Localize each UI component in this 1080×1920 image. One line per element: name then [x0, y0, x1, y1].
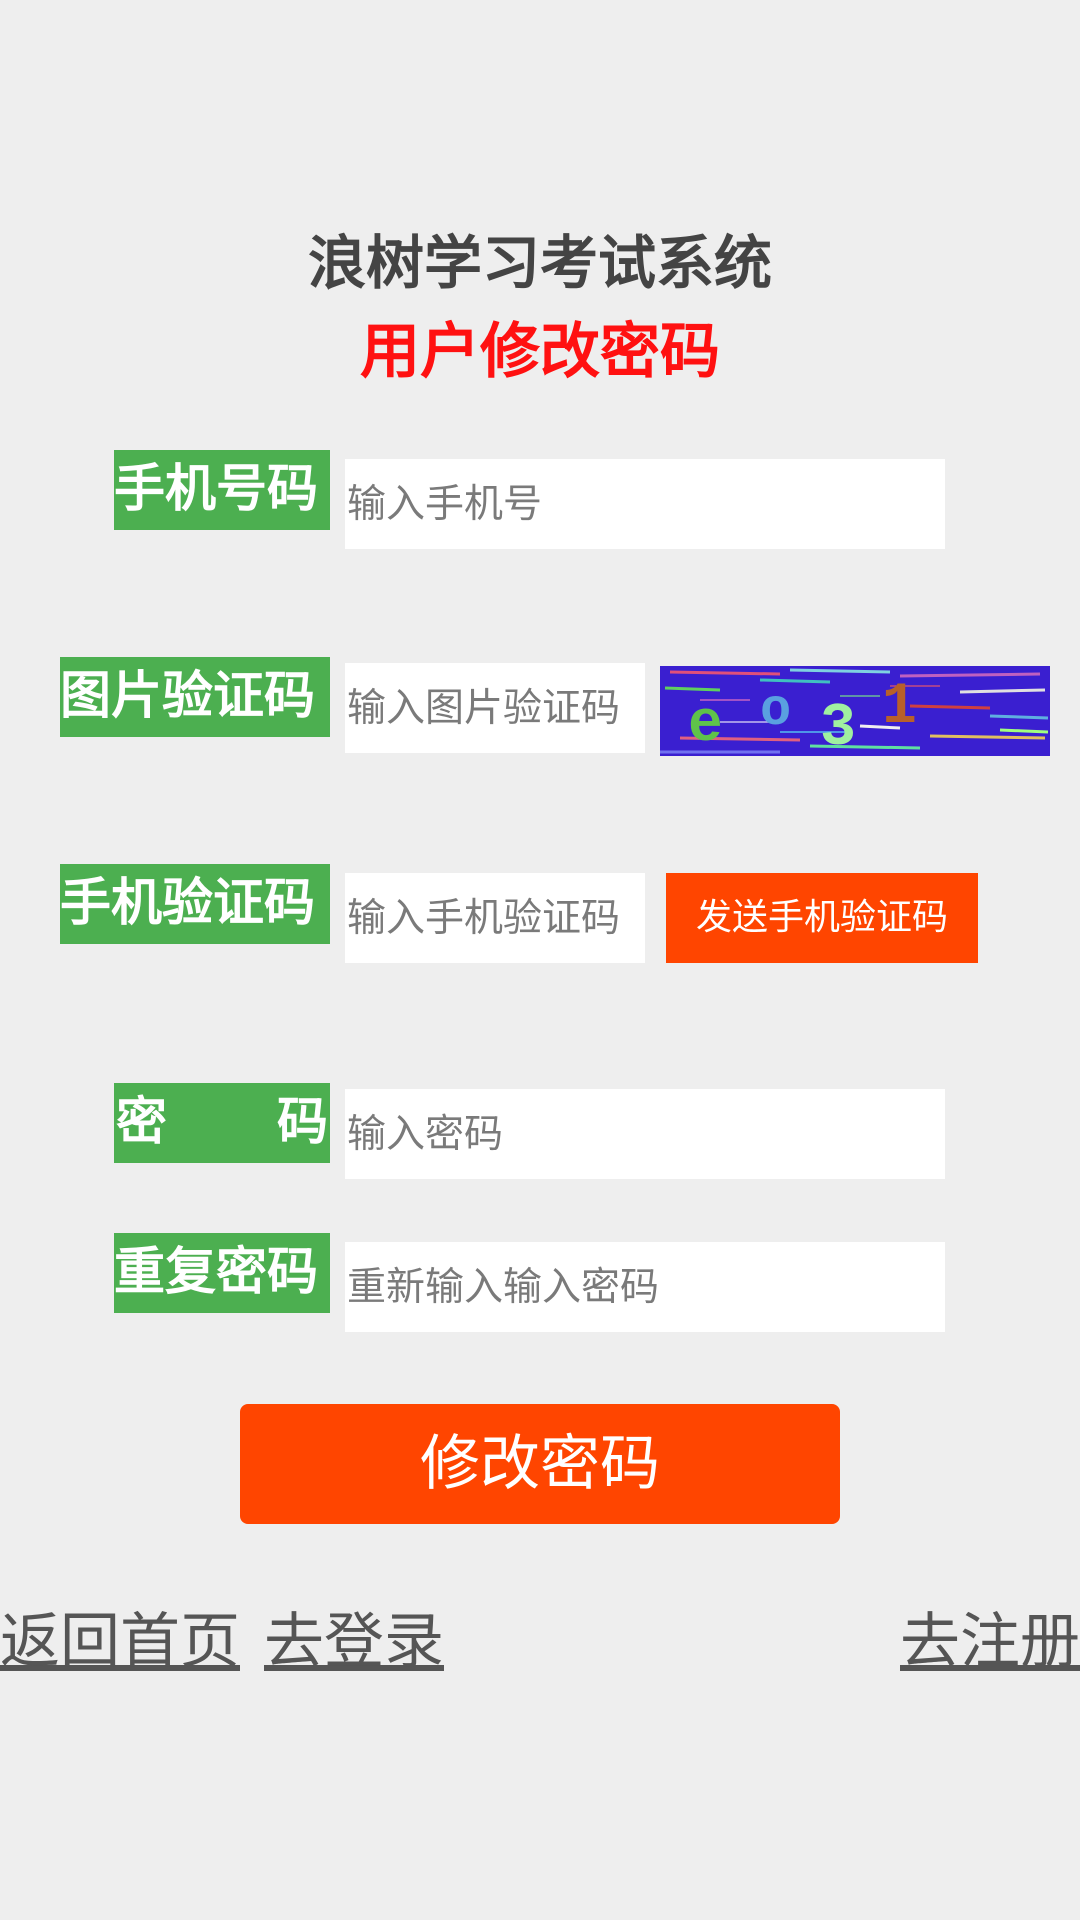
- captcha-noise-graphic: e o 3 1: [660, 666, 1050, 756]
- password-label-char-2: 码: [276, 1093, 328, 1152]
- password-input[interactable]: [345, 1089, 945, 1179]
- repeat-password-label: 重复密码: [114, 1233, 330, 1313]
- sms-code-input[interactable]: [345, 873, 645, 963]
- change-password-button[interactable]: 修改密码: [240, 1404, 840, 1524]
- page-title: 用户修改密码: [360, 317, 720, 387]
- svg-text:3: 3: [820, 695, 856, 756]
- svg-text:1: 1: [882, 675, 917, 740]
- home-link[interactable]: 返回首页: [0, 1606, 240, 1678]
- repeat-password-input[interactable]: [345, 1242, 945, 1332]
- send-sms-code-button[interactable]: 发送手机验证码: [666, 873, 978, 963]
- image-code-label: 图片验证码: [60, 657, 330, 737]
- svg-text:o: o: [760, 681, 791, 740]
- app-title: 浪树学习考试系统: [307, 229, 772, 297]
- password-label: 密 码: [114, 1083, 330, 1163]
- captcha-image[interactable]: e o 3 1: [660, 666, 1050, 756]
- password-label-char-1: 密: [116, 1093, 168, 1152]
- image-code-input[interactable]: [345, 663, 645, 753]
- svg-text:e: e: [688, 693, 723, 756]
- phone-label: 手机号码: [114, 450, 330, 530]
- register-link[interactable]: 去注册: [900, 1606, 1080, 1678]
- sms-code-label: 手机验证码: [60, 864, 330, 944]
- phone-input[interactable]: [345, 459, 945, 549]
- login-link[interactable]: 去登录: [264, 1606, 444, 1678]
